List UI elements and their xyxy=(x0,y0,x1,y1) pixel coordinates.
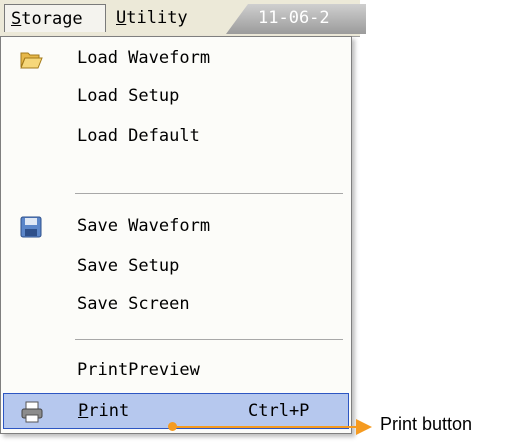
menu-separator xyxy=(75,193,343,194)
menu-item-print-preview[interactable]: PrintPreview xyxy=(3,353,349,389)
menu-storage-label: torage xyxy=(21,9,83,29)
print-label-rest: rint xyxy=(88,401,130,421)
print-mnemonic: P xyxy=(78,401,89,421)
print-shortcut: Ctrl+P xyxy=(248,401,310,421)
callout-label: Print button xyxy=(380,414,473,434)
menu-bar: Storage Utility 11-06-2 xyxy=(0,0,366,37)
menu-item-save-waveform[interactable]: Save Waveform xyxy=(3,209,349,245)
folder-open-icon xyxy=(20,52,43,69)
menu-item-save-setup[interactable]: Save Setup xyxy=(3,249,349,285)
menu-item-label: Load Default xyxy=(77,126,200,146)
menu-item-load-default[interactable]: Load Default xyxy=(3,119,349,155)
printer-icon xyxy=(21,401,43,423)
menu-storage[interactable]: Storage xyxy=(4,4,106,32)
floppy-disk-icon xyxy=(20,216,42,238)
menu-utility-label: tility xyxy=(126,8,188,28)
date-tab-text: 11-06-2 xyxy=(258,8,330,28)
menu-item-label: Load Waveform xyxy=(77,48,211,68)
menu-item-label: PrintPreview xyxy=(77,360,200,380)
menu-utility-mnemonic: U xyxy=(116,8,127,28)
date-tab: 11-06-2 xyxy=(226,4,366,34)
menu-item-label: Print xyxy=(78,401,129,421)
menu-utility[interactable]: Utility xyxy=(110,4,210,32)
menu-storage-mnemonic: S xyxy=(11,9,22,29)
menu-item-label: Save Setup xyxy=(77,256,180,276)
menu-item-load-waveform[interactable]: Load Waveform xyxy=(3,41,349,77)
storage-dropdown-menu: Load Waveform Load Setup Load Default Sa… xyxy=(0,36,352,434)
menu-item-label: Save Waveform xyxy=(77,216,211,236)
menu-item-label: Load Setup xyxy=(77,86,180,106)
menu-separator xyxy=(75,339,343,340)
callout-arrow-icon xyxy=(356,419,372,435)
menu-item-label: Save Screen xyxy=(77,294,190,314)
callout-line xyxy=(172,426,358,428)
menu-item-load-setup[interactable]: Load Setup xyxy=(3,79,349,115)
menu-item-save-screen[interactable]: Save Screen xyxy=(3,287,349,323)
